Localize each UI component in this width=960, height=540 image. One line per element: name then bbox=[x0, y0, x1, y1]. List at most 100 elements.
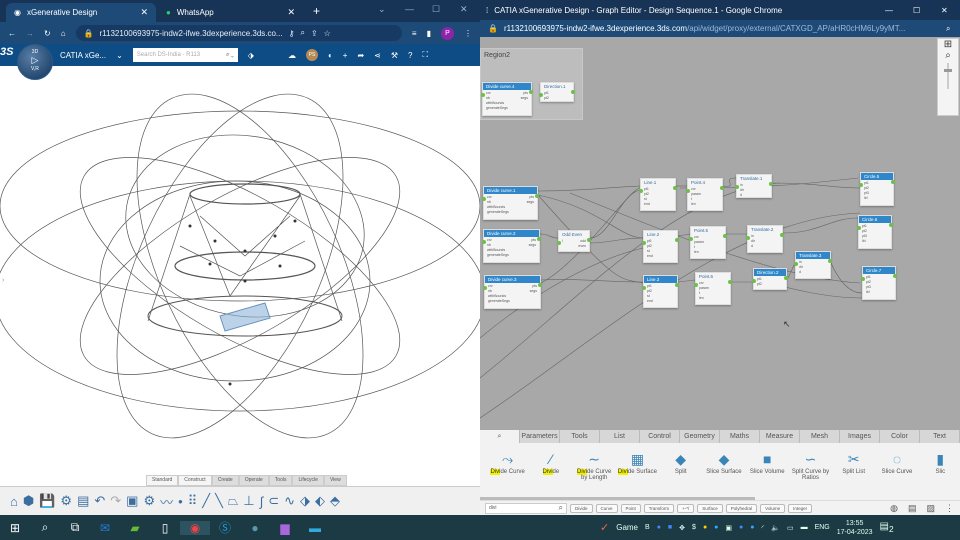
telegram-icon[interactable]: ● bbox=[750, 524, 754, 531]
input-port[interactable]: end bbox=[647, 254, 653, 259]
maximize-button[interactable]: ☐ bbox=[432, 4, 440, 15]
close-tab-icon[interactable]: ✕ bbox=[140, 7, 148, 18]
output-port-dot[interactable] bbox=[723, 234, 727, 238]
profile-avatar[interactable]: P bbox=[441, 26, 454, 40]
graph-node[interactable]: Line.2 pt1 pt2 st end bbox=[642, 230, 679, 263]
node-title[interactable]: Odd Even bbox=[559, 231, 589, 238]
output-port[interactable]: segs bbox=[521, 96, 528, 101]
spline-icon[interactable]: ∫ bbox=[260, 494, 264, 509]
reading-list-icon[interactable]: ≡ bbox=[412, 29, 417, 38]
graph-node[interactable]: Circle.6 pt1 pt2 pt3 lbl bbox=[857, 215, 893, 249]
input-port-dot[interactable] bbox=[857, 226, 861, 230]
toolbar-tab-view[interactable]: View bbox=[323, 475, 347, 486]
tool-split[interactable]: ◆ Split bbox=[661, 451, 700, 500]
app-icon[interactable]: ▰ bbox=[120, 521, 150, 535]
node-title[interactable]: Divide curve.3 bbox=[485, 276, 540, 283]
maximize-button[interactable]: ☐ bbox=[913, 6, 920, 15]
output-port[interactable]: segs bbox=[529, 243, 536, 248]
side-panel-icon[interactable]: ▮ bbox=[427, 29, 431, 38]
node-title[interactable]: Divide curve.1 bbox=[484, 187, 537, 194]
input-port[interactable]: pt2 bbox=[757, 282, 762, 287]
input-port-dot[interactable] bbox=[735, 185, 739, 189]
task-view-icon[interactable]: ⧉ bbox=[60, 520, 90, 535]
tool-slice-surface[interactable]: ◆ Slice Surface bbox=[704, 451, 743, 500]
graph-node[interactable]: Line.1 pt1 pt2 st end bbox=[639, 178, 677, 211]
star-icon[interactable]: ☆ bbox=[324, 29, 331, 38]
tab-search[interactable]: ⌕ bbox=[480, 430, 520, 443]
line-dashed-icon[interactable]: ╲ bbox=[215, 493, 223, 509]
chat-icon[interactable]: ▭ bbox=[787, 524, 794, 532]
filter-chip[interactable]: Transform bbox=[643, 503, 675, 513]
input-port[interactable]: end bbox=[647, 299, 653, 304]
battery-icon[interactable]: ▬ bbox=[801, 524, 808, 531]
line-icon[interactable]: ╱ bbox=[202, 493, 210, 509]
tray-app-icon[interactable]: ● bbox=[703, 524, 707, 531]
point-grid-icon[interactable]: ⠿ bbox=[188, 493, 198, 509]
filter-chip[interactable]: Point bbox=[620, 503, 641, 513]
input-port-dot[interactable] bbox=[482, 197, 486, 201]
input-port[interactable]: param bbox=[694, 240, 704, 245]
volume-icon[interactable]: 🔈 bbox=[771, 524, 780, 532]
input-port-dot[interactable] bbox=[686, 189, 690, 193]
tray-app-icon[interactable]: B bbox=[645, 524, 650, 531]
graph-node[interactable]: Odd Even l odd even bbox=[557, 230, 591, 252]
input-port-dot[interactable] bbox=[794, 262, 798, 266]
input-port-dot[interactable] bbox=[642, 286, 646, 290]
input-port[interactable]: d bbox=[740, 193, 744, 198]
security-icon[interactable]: ▣ bbox=[725, 524, 732, 532]
tool-slice[interactable]: ▮ Slic bbox=[921, 451, 960, 500]
output-port-dot[interactable] bbox=[769, 182, 773, 186]
input-port[interactable]: end bbox=[644, 202, 650, 207]
input-port[interactable]: d bbox=[751, 244, 755, 249]
forward-icon[interactable]: → bbox=[26, 29, 34, 38]
tab-tools[interactable]: Tools bbox=[560, 430, 600, 443]
gears-icon[interactable]: ⚙ bbox=[143, 493, 155, 509]
dollar-icon[interactable]: $ bbox=[692, 524, 696, 531]
filter-chip[interactable]: Polyhedral bbox=[725, 503, 758, 513]
curve-icon[interactable]: ∿ bbox=[284, 493, 295, 509]
menu-icon[interactable]: ⋮ bbox=[464, 29, 472, 38]
outlook-tray-icon[interactable]: ■ bbox=[668, 524, 672, 531]
windows-start-icon[interactable]: ⊞ bbox=[0, 521, 30, 535]
input-port-dot[interactable] bbox=[557, 241, 561, 245]
app-title[interactable]: CATIA xGe... bbox=[60, 51, 106, 60]
output-port-dot[interactable] bbox=[538, 283, 542, 287]
settings-icon[interactable]: ⚙ bbox=[60, 493, 72, 509]
add-icon[interactable]: + bbox=[343, 51, 348, 60]
output-port-dot[interactable] bbox=[889, 223, 893, 227]
skype-icon[interactable]: Ⓢ bbox=[210, 519, 240, 536]
filter-chip[interactable]: Divide bbox=[570, 503, 593, 513]
sweep-icon[interactable]: ⬘ bbox=[330, 493, 340, 509]
tool-slice-volume[interactable]: ■ Slice Volume bbox=[748, 451, 787, 500]
wifi-icon[interactable]: ◜ bbox=[762, 524, 765, 532]
graph-node[interactable]: Divide curve.4 crv nb withBounds generateSeg… bbox=[481, 82, 533, 116]
input-port[interactable]: generateSegs bbox=[486, 106, 508, 111]
filter-chip[interactable]: Surface bbox=[697, 503, 723, 513]
close-window-button[interactable]: ✕ bbox=[460, 4, 468, 15]
game-icon[interactable]: ✓ bbox=[600, 521, 609, 534]
graph-editor-icon[interactable]: ▣ bbox=[126, 493, 138, 509]
graph-node[interactable]: Translate.2 in dir d bbox=[746, 225, 784, 253]
redo-icon[interactable]: ↷ bbox=[110, 493, 121, 509]
tab-images[interactable]: Images bbox=[840, 430, 880, 443]
node-title[interactable]: Point.5 bbox=[691, 227, 725, 234]
clock[interactable]: 13:55 17-04-2023 bbox=[837, 519, 873, 537]
tab-search-icon[interactable]: ⌄ bbox=[378, 4, 386, 15]
output-port-dot[interactable] bbox=[780, 233, 784, 237]
output-port[interactable]: segs bbox=[530, 289, 537, 294]
output-port-dot[interactable] bbox=[529, 90, 533, 94]
3dexperience-icon[interactable]: ● bbox=[240, 521, 270, 535]
input-port[interactable]: len bbox=[699, 296, 709, 301]
filter-chip[interactable]: Volume bbox=[760, 503, 786, 513]
user-avatar[interactable]: PS bbox=[305, 49, 318, 61]
chevron-down-icon[interactable]: ⌄ bbox=[116, 51, 123, 60]
graph-node[interactable]: Circle.7 pt1 pt2 pt3 lbl bbox=[861, 266, 897, 300]
globe-icon[interactable]: ◍ bbox=[890, 503, 898, 514]
tab-parameters[interactable]: Parameters bbox=[520, 430, 560, 443]
input-port-dot[interactable] bbox=[539, 93, 543, 97]
graph-node[interactable]: Divide curve.1 crv nb withBounds generateSeg… bbox=[482, 186, 539, 220]
input-port[interactable]: len bbox=[694, 250, 704, 255]
new-tab-button[interactable]: + bbox=[313, 4, 320, 18]
minimize-button[interactable]: — bbox=[405, 4, 414, 14]
search-icon[interactable]: ⌕ ⌄ bbox=[226, 52, 234, 59]
